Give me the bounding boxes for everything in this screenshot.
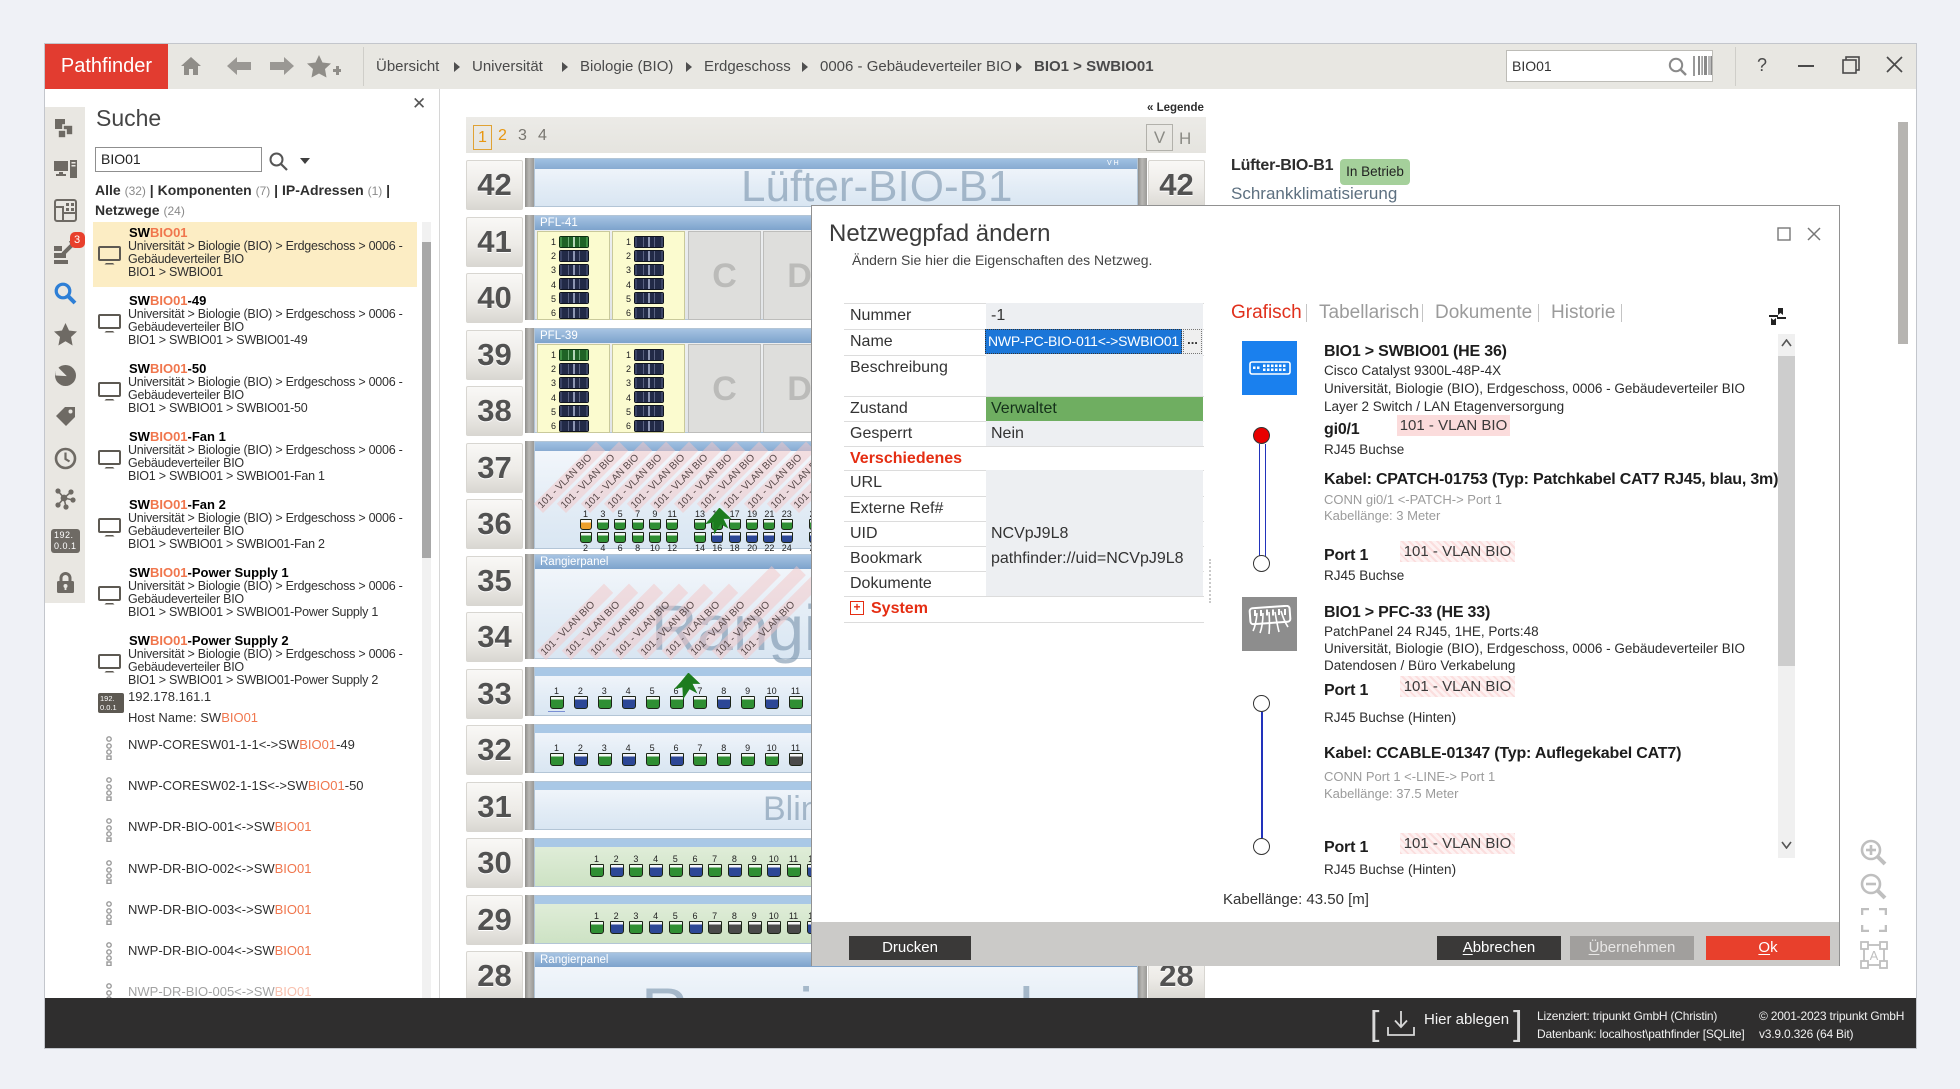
svg-text:A: A (1870, 948, 1879, 963)
